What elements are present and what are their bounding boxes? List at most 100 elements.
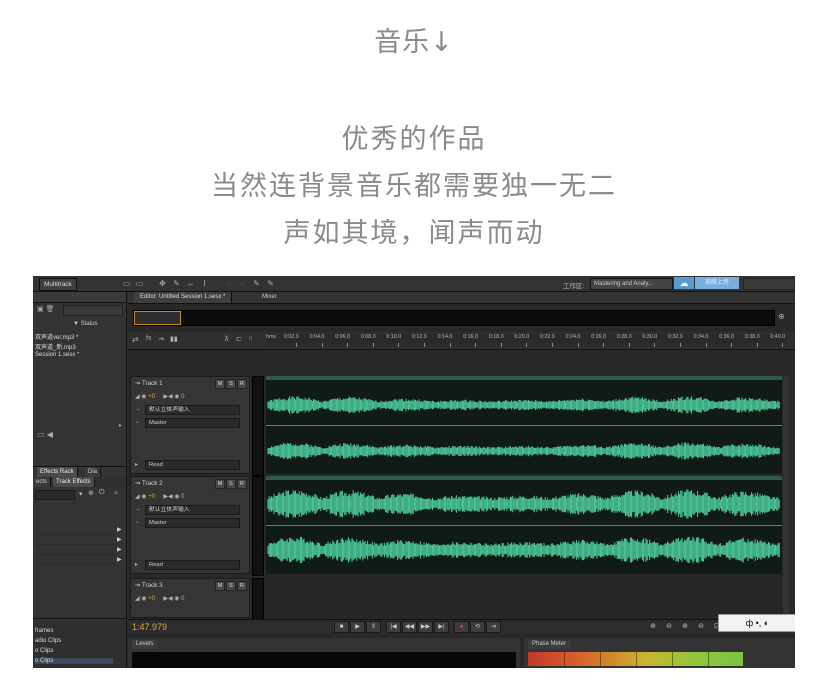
file-item[interactable]: Session 1.sesx *: [35, 352, 79, 358]
eq-icon[interactable]: ▮▮: [170, 335, 178, 343]
automation-arrow-icon[interactable]: ▸: [135, 561, 138, 568]
effect-slot[interactable]: [35, 546, 115, 555]
rewind-button[interactable]: ◀◀: [402, 621, 417, 633]
metronome-icon[interactable]: ⊏: [236, 335, 242, 343]
open-file-icon[interactable]: ▭: [37, 430, 45, 439]
stop-button[interactable]: ■: [334, 621, 349, 633]
record-button[interactable]: R: [237, 379, 247, 389]
workspace-select[interactable]: Mastering and Analy...: [590, 278, 673, 290]
favorite-icon[interactable]: ★: [113, 489, 119, 497]
track-lane[interactable]: [266, 476, 782, 574]
automation-arrow-icon[interactable]: ▸: [135, 461, 138, 468]
track-name[interactable]: ⇝ Track 3: [135, 582, 163, 589]
automation-mode-select[interactable]: Read: [145, 460, 240, 470]
solo-button[interactable]: S: [226, 581, 236, 591]
vertical-scrollbar[interactable]: [783, 376, 789, 616]
tab-diagnostics[interactable]: Dia: [85, 467, 102, 477]
volume-row[interactable]: ◢ ◉ +0 ▶◀ ◉ 0: [135, 393, 185, 400]
files-search-input[interactable]: [63, 305, 123, 316]
go-to-end-button[interactable]: ▶|: [434, 621, 449, 633]
browser-item[interactable]: frames: [35, 628, 53, 634]
overview-bar[interactable]: [133, 310, 775, 326]
slot-arrow-icon[interactable]: ▶: [117, 556, 122, 563]
slot-arrow-icon[interactable]: ▶: [117, 546, 122, 553]
snap-icon[interactable]: ⊼: [224, 335, 229, 343]
tab-track-effects[interactable]: Track Effects: [53, 477, 95, 487]
effect-slot[interactable]: [35, 536, 115, 545]
time-selection-icon[interactable]: I: [199, 278, 210, 289]
audio-clip[interactable]: [266, 476, 782, 574]
automation-mode-select[interactable]: Read: [145, 560, 240, 570]
file-item[interactable]: 双声道_新.mp3: [35, 342, 76, 351]
delete-icon[interactable]: 🗑: [46, 306, 55, 313]
send-icon[interactable]: ⇥: [158, 335, 164, 343]
input-select[interactable]: 默认立体声输入: [145, 405, 240, 415]
overview-range-handle[interactable]: [134, 311, 181, 325]
multitrack-button[interactable]: Multitrack: [39, 278, 77, 291]
mute-button[interactable]: M: [215, 479, 225, 489]
pause-button[interactable]: ‖: [366, 621, 381, 633]
file-item[interactable]: 双声道ver.mp3 *: [35, 332, 78, 341]
zoom-in-amplitude-icon[interactable]: ⊕: [650, 622, 656, 630]
preset-dropdown-icon[interactable]: ▾: [79, 490, 83, 498]
browser-item[interactable]: o Clips: [35, 658, 113, 664]
timeline-ruler[interactable]: hms 0:02.0 0:04.0 0:06.0 0:08.0 0:10.0 0:12.0…: [266, 334, 786, 347]
slip-tool-icon[interactable]: ↔: [185, 278, 196, 289]
spot-heal-icon[interactable]: ✎: [265, 278, 276, 289]
slot-arrow-icon[interactable]: ▶: [117, 526, 122, 533]
loop-icon[interactable]: ⇄: [132, 335, 139, 344]
fast-forward-button[interactable]: ▶▶: [418, 621, 433, 633]
zoom-fit-icon[interactable]: ⊕: [778, 312, 785, 321]
browser-item[interactable]: o Clips: [35, 648, 53, 654]
tab-levels[interactable]: Levels: [132, 640, 158, 649]
record-transport-button[interactable]: ●: [454, 621, 469, 633]
fx-icon[interactable]: fx: [146, 335, 151, 342]
tab-phase-meter[interactable]: Phase Meter: [528, 640, 571, 649]
skip-button[interactable]: ⇥: [486, 621, 501, 633]
cloud-icon[interactable]: ☁: [674, 277, 694, 289]
zoom-out-time-icon[interactable]: ⊖: [698, 622, 704, 630]
brush-icon[interactable]: ✎: [251, 278, 262, 289]
scroll-arrow-icon[interactable]: ▸: [119, 422, 122, 429]
effect-slot[interactable]: [35, 526, 115, 535]
effect-slot[interactable]: [35, 556, 115, 565]
zoom-out-amplitude-icon[interactable]: ⊖: [666, 622, 672, 630]
tab-effects-rack[interactable]: Effects Rack: [37, 467, 78, 477]
folder-icon[interactable]: ▣: [37, 306, 44, 313]
time-display[interactable]: 1:47.979: [132, 622, 167, 632]
volume-row[interactable]: ◢ ◉ +0 ▶◀ ◉ 0: [135, 493, 185, 500]
solo-button[interactable]: S: [226, 379, 236, 389]
mute-button[interactable]: M: [215, 379, 225, 389]
move-tool-icon[interactable]: ✥: [157, 278, 168, 289]
power-icon[interactable]: ⏻: [99, 489, 105, 497]
lasso-icon[interactable]: ◌: [237, 278, 248, 289]
volume-row[interactable]: ◢ ◉ +0 ▶◀ ◉ 0: [135, 595, 185, 602]
play-preview-icon[interactable]: ◀: [47, 430, 53, 439]
solo-button[interactable]: S: [226, 479, 236, 489]
record-button[interactable]: R: [237, 581, 247, 591]
tab-mixer[interactable]: Mixer: [256, 292, 283, 303]
help-search-input[interactable]: [743, 278, 795, 290]
slot-arrow-icon[interactable]: ▶: [117, 536, 122, 543]
output-select[interactable]: Master: [145, 518, 240, 528]
tab-editor[interactable]: Editor: Untitled Session 1.sesx *: [134, 292, 233, 303]
preset-select[interactable]: [35, 490, 75, 500]
save-preset-icon[interactable]: ⊕: [88, 489, 94, 497]
audio-clip[interactable]: [266, 376, 782, 474]
waveform-view-icon[interactable]: ▭: [121, 278, 132, 289]
output-select[interactable]: Master: [145, 418, 240, 428]
track-lane[interactable]: [266, 578, 782, 618]
record-button[interactable]: R: [237, 479, 247, 489]
go-to-start-button[interactable]: |◀: [386, 621, 401, 633]
mute-button[interactable]: M: [215, 581, 225, 591]
cloud-upload-button[interactable]: 放映上传: [695, 277, 739, 289]
marquee-icon[interactable]: ◌: [223, 278, 234, 289]
loop-button[interactable]: ⟲: [470, 621, 485, 633]
tab-clip-effects[interactable]: ects: [33, 477, 52, 487]
track-name[interactable]: ⇝ Track 2: [135, 480, 163, 487]
play-button[interactable]: ▶: [350, 621, 365, 633]
razor-tool-icon[interactable]: ✎: [171, 278, 182, 289]
track-name[interactable]: ⇝ Track 1: [135, 380, 163, 387]
browser-item[interactable]: adio Clips: [35, 638, 61, 644]
overlay-toolbar[interactable]: ф •, ◐: [718, 614, 795, 632]
